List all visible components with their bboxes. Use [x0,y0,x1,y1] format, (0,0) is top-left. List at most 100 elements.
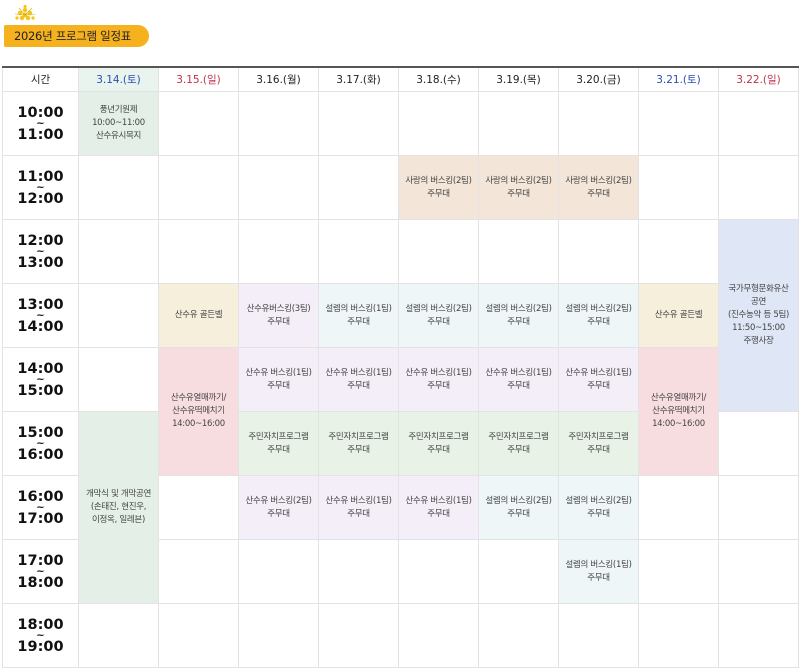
table-row: 12:00 ~ 13:00 국가무형문화유산 공연 (진수농악 등 5팀) 11… [2,219,799,412]
table-row: 11:00 ~ 12:00 사랑의 버스킹(2팀) 주무대 사랑의 버스킹(2팀… [2,155,799,220]
event-cell: 산수유 버스킹(1팀) 주무대 [238,347,319,412]
col-header-date: 3.20.(금) [558,66,639,92]
schedule-table: 시간 3.14.(토) 3.15.(일) 3.16.(월) 3.17.(화) 3… [2,66,799,668]
sansuyu-flower-icon [14,4,36,21]
empty-cell [718,603,799,668]
empty-cell [718,411,799,476]
time-slot: 15:00 ~ 16:00 [2,411,79,476]
event-cell: 산수유 골든벨 [158,283,239,348]
event-cell: 풍년기원제 10:00~11:00 산수유시목지 [78,91,159,156]
empty-cell [718,539,799,604]
empty-cell [638,475,719,540]
event-cell: 산수유열매까기/ 산수유떡메치기 14:00~16:00 [158,347,239,476]
event-cell: 주민자치프로그램 주무대 [238,411,319,476]
empty-cell [638,91,719,156]
page-header: 2026년 프로그램 일정표 [0,0,800,66]
event-cell: 산수유 버스킹(1팀) 주무대 [318,475,399,540]
empty-cell [78,347,159,412]
time-slot: 13:00 ~ 14:00 [2,283,79,348]
empty-cell [318,603,399,668]
col-header-date: 3.19.(목) [478,66,559,92]
empty-cell [238,603,319,668]
empty-cell [638,539,719,604]
empty-cell [238,91,319,156]
header-row: 시간 3.14.(토) 3.15.(일) 3.16.(월) 3.17.(화) 3… [2,66,799,92]
empty-cell [398,219,479,284]
empty-cell [718,155,799,220]
time-slot: 16:00 ~ 17:00 [2,475,79,540]
event-cell: 주민자치프로그램 주무대 [478,411,559,476]
empty-cell [558,603,639,668]
empty-cell [158,91,239,156]
time-slot: 12:00 ~ 13:00 [2,219,79,284]
empty-cell [238,219,319,284]
event-cell: 설렘의 버스킹(2팀) 주무대 [558,475,639,540]
empty-cell [398,603,479,668]
col-header-date: 3.15.(일) [158,66,239,92]
event-cell: 설렘의 버스킹(2팀) 주무대 [478,283,559,348]
time-slot: 14:00 ~ 15:00 [2,347,79,412]
col-header-date: 3.16.(월) [238,66,319,92]
event-cell: 산수유 버스킹(1팀) 주무대 [398,347,479,412]
event-cell: 산수유 버스킹(2팀) 주무대 [238,475,319,540]
table-row: 10:00 ~ 11:00 풍년기원제 10:00~11:00 산수유시목지 [2,91,799,156]
event-cell: 개막식 및 개막공연 (손태진, 현진우, 이정옥, 일레븐) [78,411,159,604]
empty-cell [718,475,799,540]
event-cell: 주민자치프로그램 주무대 [398,411,479,476]
empty-cell [638,155,719,220]
event-cell: 산수유 골든벨 [638,283,719,348]
empty-cell [398,91,479,156]
table-row: 14:00 ~ 15:00 산수유열매까기/ 산수유떡메치기 14:00~16:… [2,347,799,476]
col-header-date: 3.22.(일) [718,66,799,92]
col-header-date: 3.17.(화) [318,66,399,92]
event-cell: 설렘의 버스킹(1팀) 주무대 [318,283,399,348]
empty-cell [238,155,319,220]
empty-cell [398,539,479,604]
event-cell: 설렘의 버스킹(2팀) 주무대 [398,283,479,348]
empty-cell [78,219,159,284]
event-cell: 주민자치프로그램 주무대 [318,411,399,476]
table-row: 18:00 ~ 19:00 [2,603,799,668]
event-cell: 사랑의 버스킹(2팀) 주무대 [398,155,479,220]
time-end: 11:00 [17,126,64,143]
empty-cell [558,219,639,284]
event-cell: 산수유버스킹(3팀) 주무대 [238,283,319,348]
event-cell: 산수유 버스킹(1팀) 주무대 [478,347,559,412]
event-cell: 설렘의 버스킹(2팀) 주무대 [478,475,559,540]
empty-cell [158,603,239,668]
event-cell: 산수유 버스킹(1팀) 주무대 [398,475,479,540]
empty-cell [158,219,239,284]
empty-cell [318,91,399,156]
empty-cell [558,91,639,156]
empty-cell [318,539,399,604]
event-cell: 산수유열매까기/ 산수유떡메치기 14:00~16:00 [638,347,719,476]
event-cell: 국가무형문화유산 공연 (진수농악 등 5팀) 11:50~15:00 주행사장 [718,219,799,412]
time-slot: 17:00 ~ 18:00 [2,539,79,604]
event-cell: 사랑의 버스킹(2팀) 주무대 [478,155,559,220]
empty-cell [318,219,399,284]
empty-cell [638,219,719,284]
event-cell: 주민자치프로그램 주무대 [558,411,639,476]
empty-cell [478,603,559,668]
empty-cell [78,155,159,220]
event-cell: 산수유 버스킹(1팀) 주무대 [558,347,639,412]
empty-cell [158,475,239,540]
col-header-time: 시간 [2,66,79,92]
event-cell: 사랑의 버스킹(2팀) 주무대 [558,155,639,220]
empty-cell [478,219,559,284]
empty-cell [238,539,319,604]
empty-cell [478,539,559,604]
col-header-date: 3.14.(토) [78,66,159,92]
empty-cell [78,283,159,348]
col-header-date: 3.21.(토) [638,66,719,92]
empty-cell [478,91,559,156]
col-header-date: 3.18.(수) [398,66,479,92]
time-slot: 10:00 ~ 11:00 [2,91,79,156]
empty-cell [78,603,159,668]
event-cell: 설렘의 버스킹(2팀) 주무대 [558,283,639,348]
empty-cell [718,91,799,156]
event-cell: 산수유 버스킹(1팀) 주무대 [318,347,399,412]
table-row: 13:00 ~ 14:00 산수유 골든벨 산수유버스킹(3팀) 주무대 설렘의… [2,283,799,348]
empty-cell [158,539,239,604]
time-slot: 18:00 ~ 19:00 [2,603,79,668]
